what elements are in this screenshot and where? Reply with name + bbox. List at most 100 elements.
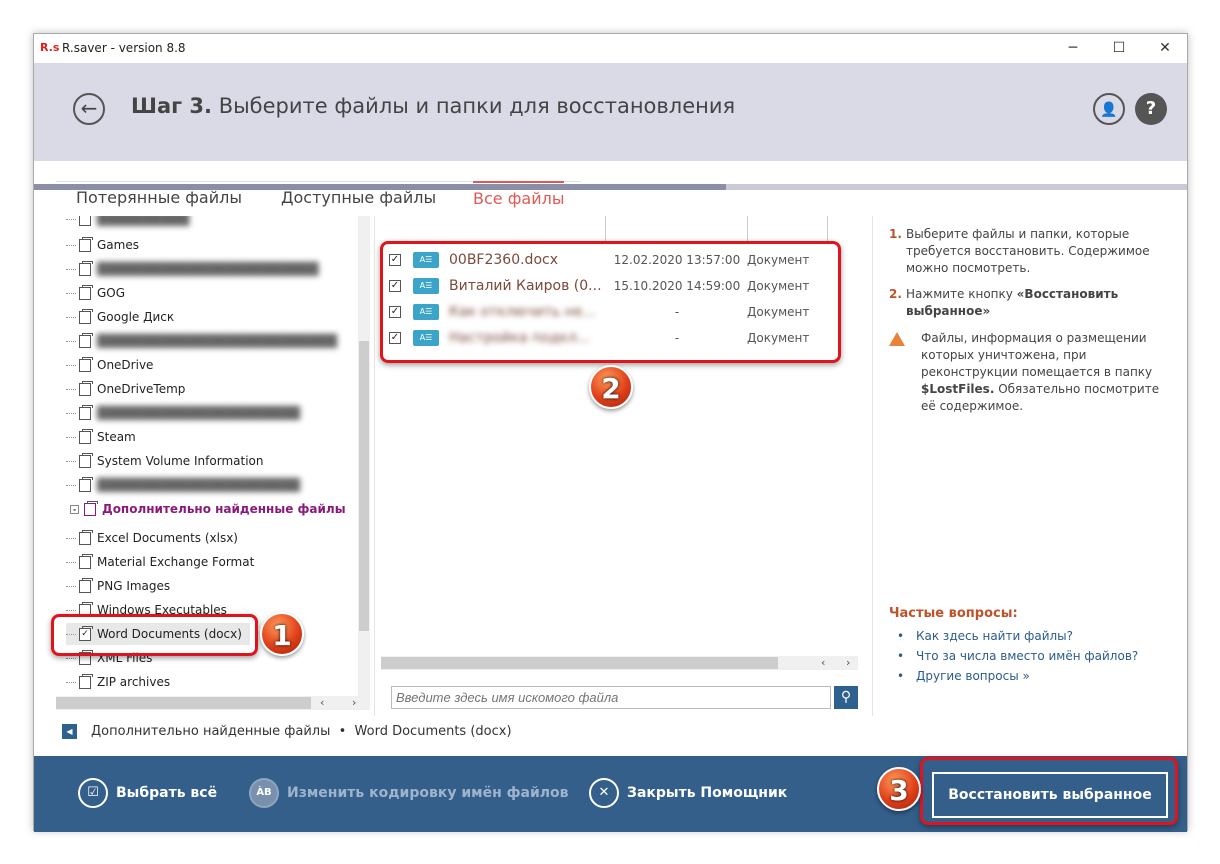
column-divider[interactable]	[605, 216, 606, 242]
scroll-thumb[interactable]	[56, 697, 311, 709]
faq-link[interactable]: Другие вопросы »	[889, 669, 1169, 683]
scroll-left-icon[interactable]: ‹	[320, 696, 324, 709]
tree-item-blurred[interactable]: ██████████████████████	[66, 474, 300, 496]
help-step-1: Выберите файлы и папки, которые требуетс…	[906, 227, 1150, 275]
folder-icon	[79, 577, 93, 593]
tree-item[interactable]: Google Диск	[66, 306, 174, 328]
collapse-icon[interactable]: -	[70, 504, 79, 514]
tree-item[interactable]: Steam	[66, 426, 136, 448]
back-triangle-icon[interactable]: ◀	[62, 724, 77, 739]
scroll-right-icon[interactable]: ›	[352, 696, 356, 709]
tab-available-files[interactable]: Доступные файлы	[281, 188, 436, 207]
tree-item-label: Google Диск	[97, 310, 175, 324]
close-wizard-label: Закрыть Помощник	[627, 785, 788, 801]
close-wizard-button[interactable]: ✕ Закрыть Помощник	[589, 778, 787, 808]
folder-icon	[79, 332, 93, 348]
tree-item[interactable]: Games	[66, 234, 139, 256]
step-number: 2.	[889, 287, 902, 301]
page-title: Шаг 3. Выберите файлы и папки для восста…	[131, 94, 735, 118]
folder-icon	[79, 529, 93, 545]
tree-item[interactable]: OneDrive	[66, 354, 153, 376]
tree-item[interactable]: System Volume Information	[66, 450, 263, 472]
folder-icon	[79, 260, 93, 276]
warning-text: Файлы, информация о размещении которых у…	[921, 331, 1153, 379]
tree-item-label: OneDriveTemp	[97, 382, 186, 396]
folder-icon	[79, 216, 91, 226]
search-icon[interactable]: ⚲	[834, 686, 858, 709]
tab-all-files[interactable]: Все файлы	[473, 181, 565, 208]
folder-icon	[79, 236, 93, 252]
help-icon[interactable]: ?	[1135, 93, 1167, 125]
lostfiles-label: $LostFiles.	[921, 382, 995, 396]
step-number: 1.	[889, 227, 902, 241]
tree-item[interactable]: PNG Images	[66, 575, 170, 597]
divider	[872, 216, 873, 716]
tree-item[interactable]: GOG	[66, 282, 125, 304]
folder-icon	[79, 673, 93, 689]
encoding-label: Изменить кодировку имён файлов	[287, 785, 569, 801]
tree-item-label: System Volume Information	[97, 454, 264, 468]
column-divider[interactable]	[747, 216, 748, 242]
faq-link[interactable]: Что за числа вместо имён файлов?	[889, 649, 1169, 663]
tree-item-blurred[interactable]: ██████████	[66, 216, 189, 230]
tree-item-label: PNG Images	[97, 579, 171, 593]
minimize-button[interactable]: ─	[1050, 34, 1096, 63]
folder-icon	[79, 553, 93, 569]
tab-bar: Потерянные файлы Доступные файлы Все фай…	[56, 181, 581, 213]
folder-icon	[79, 404, 93, 420]
tab-lost-files[interactable]: Потерянные файлы	[76, 188, 242, 207]
close-button[interactable]: ✕	[1142, 34, 1188, 63]
tree-item-blurred[interactable]: ██████████████████████████	[66, 330, 337, 352]
encoding-icon: ÀB	[249, 778, 279, 808]
tree-item-label: Steam	[97, 430, 136, 444]
folder-icon	[79, 380, 93, 396]
folder-icon	[79, 452, 93, 468]
help-step-2: Нажмите кнопку	[906, 287, 1017, 301]
tree-item-blurred[interactable]: ██████████████████████	[66, 402, 300, 424]
wizard-header: ← Шаг 3. Выберите файлы и папки для восс…	[34, 63, 1187, 190]
step-label: Шаг 3.	[131, 94, 212, 118]
tree-item[interactable]: Material Exchange Format	[66, 551, 254, 573]
warning-icon	[889, 332, 905, 346]
tree-item-label: OneDrive	[97, 358, 154, 372]
tree-vertical-scrollbar[interactable]	[358, 216, 370, 696]
change-encoding-button[interactable]: ÀB Изменить кодировку имён файлов	[249, 778, 569, 808]
highlight-ring	[920, 757, 1178, 825]
title-bar: R.s R.saver - version 8.8 ─ ☐ ✕	[34, 34, 1187, 63]
tree-section-extra[interactable]: - Дополнительно найденные файлы	[70, 500, 346, 516]
folder-icon	[79, 284, 93, 300]
tree-horizontal-scrollbar[interactable]: ‹ ›	[56, 696, 370, 710]
tree-item-blurred[interactable]: ████████████████████████	[66, 258, 318, 280]
tree-item-label: ZIP archives	[97, 675, 171, 689]
folder-icon	[79, 476, 93, 492]
folder-icon	[79, 356, 93, 372]
folder-icon	[79, 428, 93, 444]
faq-title: Частые вопросы:	[889, 606, 1018, 621]
close-icon: ✕	[589, 778, 619, 808]
annotation-badge: 2	[589, 365, 633, 409]
scroll-thumb[interactable]	[381, 657, 778, 669]
maximize-button[interactable]: ☐	[1096, 34, 1142, 63]
tree-item-label: Excel Documents (xlsx)	[97, 531, 238, 545]
tree-section-label: Дополнительно найденные файлы	[102, 502, 346, 516]
highlight-ring	[51, 614, 258, 656]
faq-link[interactable]: Как здесь найти файлы?	[889, 629, 1169, 643]
column-divider[interactable]	[827, 216, 828, 242]
tree-item[interactable]: ZIP archives	[66, 671, 170, 693]
tree-item-label: GOG	[97, 286, 126, 300]
list-horizontal-scrollbar[interactable]: ‹ ›	[381, 656, 858, 670]
tree-item[interactable]: OneDriveTemp	[66, 378, 185, 400]
file-search-input[interactable]	[391, 686, 831, 709]
select-all-button[interactable]: ☑ Выбрать всё	[78, 778, 217, 808]
scroll-left-icon[interactable]: ‹	[821, 656, 825, 669]
user-icon[interactable]: 👤	[1093, 93, 1125, 125]
select-all-label: Выбрать всё	[116, 785, 218, 801]
step-title: Выберите файлы и папки для восстановлени…	[218, 94, 736, 118]
scroll-right-icon[interactable]: ›	[846, 656, 850, 669]
back-arrow-icon[interactable]: ←	[73, 93, 105, 125]
annotation-badge: 1	[260, 612, 304, 656]
tree-item-label: Material Exchange Format	[97, 555, 255, 569]
select-all-icon: ☑	[78, 778, 108, 808]
scroll-thumb[interactable]	[359, 341, 369, 631]
tree-item[interactable]: Excel Documents (xlsx)	[66, 527, 238, 549]
